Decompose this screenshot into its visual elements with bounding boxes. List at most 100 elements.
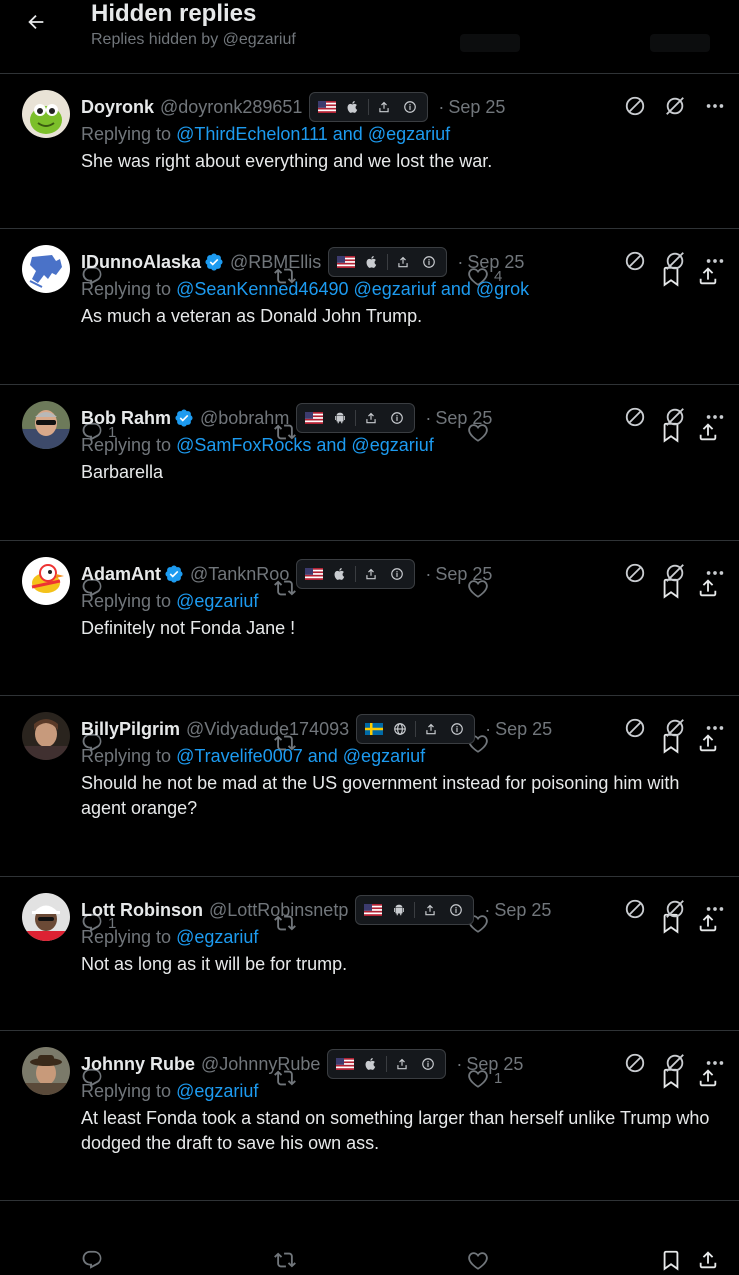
author-handle[interactable]: @Vidyadude174093 (186, 719, 349, 740)
avatar[interactable] (22, 893, 70, 941)
info-icon[interactable] (397, 94, 423, 120)
author-handle[interactable]: @TanknRoo (190, 564, 289, 585)
avatar[interactable] (22, 557, 70, 605)
more-options-icon[interactable] (702, 248, 728, 274)
bookmark-button[interactable] (660, 1245, 682, 1275)
info-icon[interactable] (415, 1051, 441, 1077)
replying-to-label: Replying to (81, 124, 177, 144)
info-icon[interactable] (384, 405, 410, 431)
tweet-date[interactable]: Sep 25 (495, 719, 552, 740)
author-handle[interactable]: @doyronk289651 (160, 97, 302, 118)
info-icon[interactable] (443, 897, 469, 923)
info-icon[interactable] (384, 561, 410, 587)
android-icon (386, 897, 412, 923)
apple-icon (359, 249, 385, 275)
block-icon[interactable] (622, 404, 648, 430)
account-info-tags (296, 403, 416, 433)
unhide-reply-icon[interactable] (662, 715, 688, 741)
block-icon[interactable] (622, 1050, 648, 1076)
tweet-item[interactable]: IDunnoAlaska @RBMEllis · Sep 25 Replying to … (0, 229, 739, 443)
replying-to-line: Replying to @SamFoxRocks and @egzariuf (81, 435, 434, 456)
mention-link[interactable]: @egzariuf (176, 927, 258, 947)
author-name[interactable]: AdamAnt (81, 564, 161, 585)
tweet-item[interactable]: AdamAnt @TanknRoo · Sep 25 Replying to @egza… (0, 541, 739, 754)
author-handle[interactable]: @JohnnyRube (201, 1054, 320, 1075)
avatar[interactable] (22, 401, 70, 449)
tag-divider (415, 721, 417, 737)
mention-link[interactable]: @SamFoxRocks (176, 435, 311, 455)
account-info-tags (328, 247, 448, 277)
upload-icon[interactable] (390, 249, 416, 275)
upload-icon[interactable] (418, 716, 444, 742)
more-options-icon[interactable] (702, 715, 728, 741)
upload-icon[interactable] (358, 405, 384, 431)
avatar[interactable] (22, 1047, 70, 1095)
tweet-item[interactable]: BillyPilgrim @Vidyadude174093 · Sep 25 Reply… (0, 696, 739, 934)
unhide-reply-icon[interactable] (662, 248, 688, 274)
author-handle[interactable]: @RBMEllis (230, 252, 321, 273)
tweet-date[interactable]: Sep 25 (435, 408, 492, 429)
tweet-date[interactable]: Sep 25 (448, 97, 505, 118)
more-options-icon[interactable] (702, 1050, 728, 1076)
mention-link[interactable]: @egzariuf (343, 746, 425, 766)
mention-link[interactable]: @SeanKenned46490 (176, 279, 348, 299)
mention-link[interactable]: @egzariuf (354, 279, 436, 299)
unhide-reply-icon[interactable] (662, 404, 688, 430)
author-handle[interactable]: @LottRobinsnetp (209, 900, 348, 921)
reply-button[interactable] (81, 1245, 108, 1275)
tweet-date[interactable]: Sep 25 (494, 900, 551, 921)
author-name[interactable]: Lott Robinson (81, 900, 203, 921)
upload-icon[interactable] (417, 897, 443, 923)
unhide-reply-icon[interactable] (662, 1050, 688, 1076)
upload-icon[interactable] (371, 94, 397, 120)
avatar[interactable] (22, 90, 70, 138)
tweet-item[interactable]: Johnny Rube @JohnnyRube · Sep 25 Replying to… (0, 1031, 739, 1271)
more-options-icon[interactable] (702, 560, 728, 586)
more-options-icon[interactable] (702, 93, 728, 119)
upload-icon[interactable] (389, 1051, 415, 1077)
mention-link[interactable]: @egzariuf (351, 435, 433, 455)
author-name[interactable]: Doyronk (81, 97, 154, 118)
author-name[interactable]: Bob Rahm (81, 408, 171, 429)
author-handle[interactable]: @bobrahm (200, 408, 289, 429)
mention-link[interactable]: @grok (476, 279, 529, 299)
mention-link[interactable]: @ThirdEchelon111 (176, 124, 328, 144)
tweet-date[interactable]: Sep 25 (467, 252, 524, 273)
unhide-reply-icon[interactable] (662, 93, 688, 119)
tweet-text: Definitely not Fonda Jane ! (81, 618, 296, 638)
block-icon[interactable] (622, 896, 648, 922)
header-ghost (460, 34, 520, 52)
separator-dot: · (484, 899, 491, 920)
block-icon[interactable] (622, 93, 648, 119)
author-name[interactable]: BillyPilgrim (81, 719, 180, 740)
tweet-item[interactable]: Bob Rahm @bobrahm · Sep 25 Replying to @SamF… (0, 385, 739, 599)
repost-button[interactable] (274, 1245, 301, 1275)
unhide-reply-icon[interactable] (662, 560, 688, 586)
block-icon[interactable] (622, 248, 648, 274)
author-name[interactable]: Johnny Rube (81, 1054, 195, 1075)
more-options-icon[interactable] (702, 896, 728, 922)
replying-to-label: Replying to (81, 279, 177, 299)
author-name[interactable]: IDunnoAlaska (81, 252, 201, 273)
mention-link[interactable]: @Travelife0007 (176, 746, 303, 766)
tweet-date[interactable]: Sep 25 (435, 564, 492, 585)
tweet-item[interactable]: Lott Robinson @LottRobinsnetp · Sep 25 Reply… (0, 877, 739, 1089)
mention-link[interactable]: @egzariuf (368, 124, 450, 144)
tweet-item[interactable]: Doyronk @doyronk289651 · Sep 25 Replying to … (0, 74, 739, 287)
mention-link[interactable]: @egzariuf (176, 591, 258, 611)
avatar[interactable] (22, 245, 70, 293)
block-icon[interactable] (622, 715, 648, 741)
info-icon[interactable] (444, 716, 470, 742)
more-options-icon[interactable] (702, 404, 728, 430)
block-icon[interactable] (622, 560, 648, 586)
upload-icon[interactable] (358, 561, 384, 587)
replying-to-line: Replying to @egzariuf (81, 1081, 258, 1102)
avatar[interactable] (22, 712, 70, 760)
back-arrow-icon[interactable] (22, 6, 50, 38)
unhide-reply-icon[interactable] (662, 896, 688, 922)
like-button[interactable] (467, 1245, 494, 1275)
info-icon[interactable] (416, 249, 442, 275)
mention-link[interactable]: @egzariuf (176, 1081, 258, 1101)
share-button[interactable] (697, 1245, 719, 1275)
tweet-date[interactable]: Sep 25 (466, 1054, 523, 1075)
